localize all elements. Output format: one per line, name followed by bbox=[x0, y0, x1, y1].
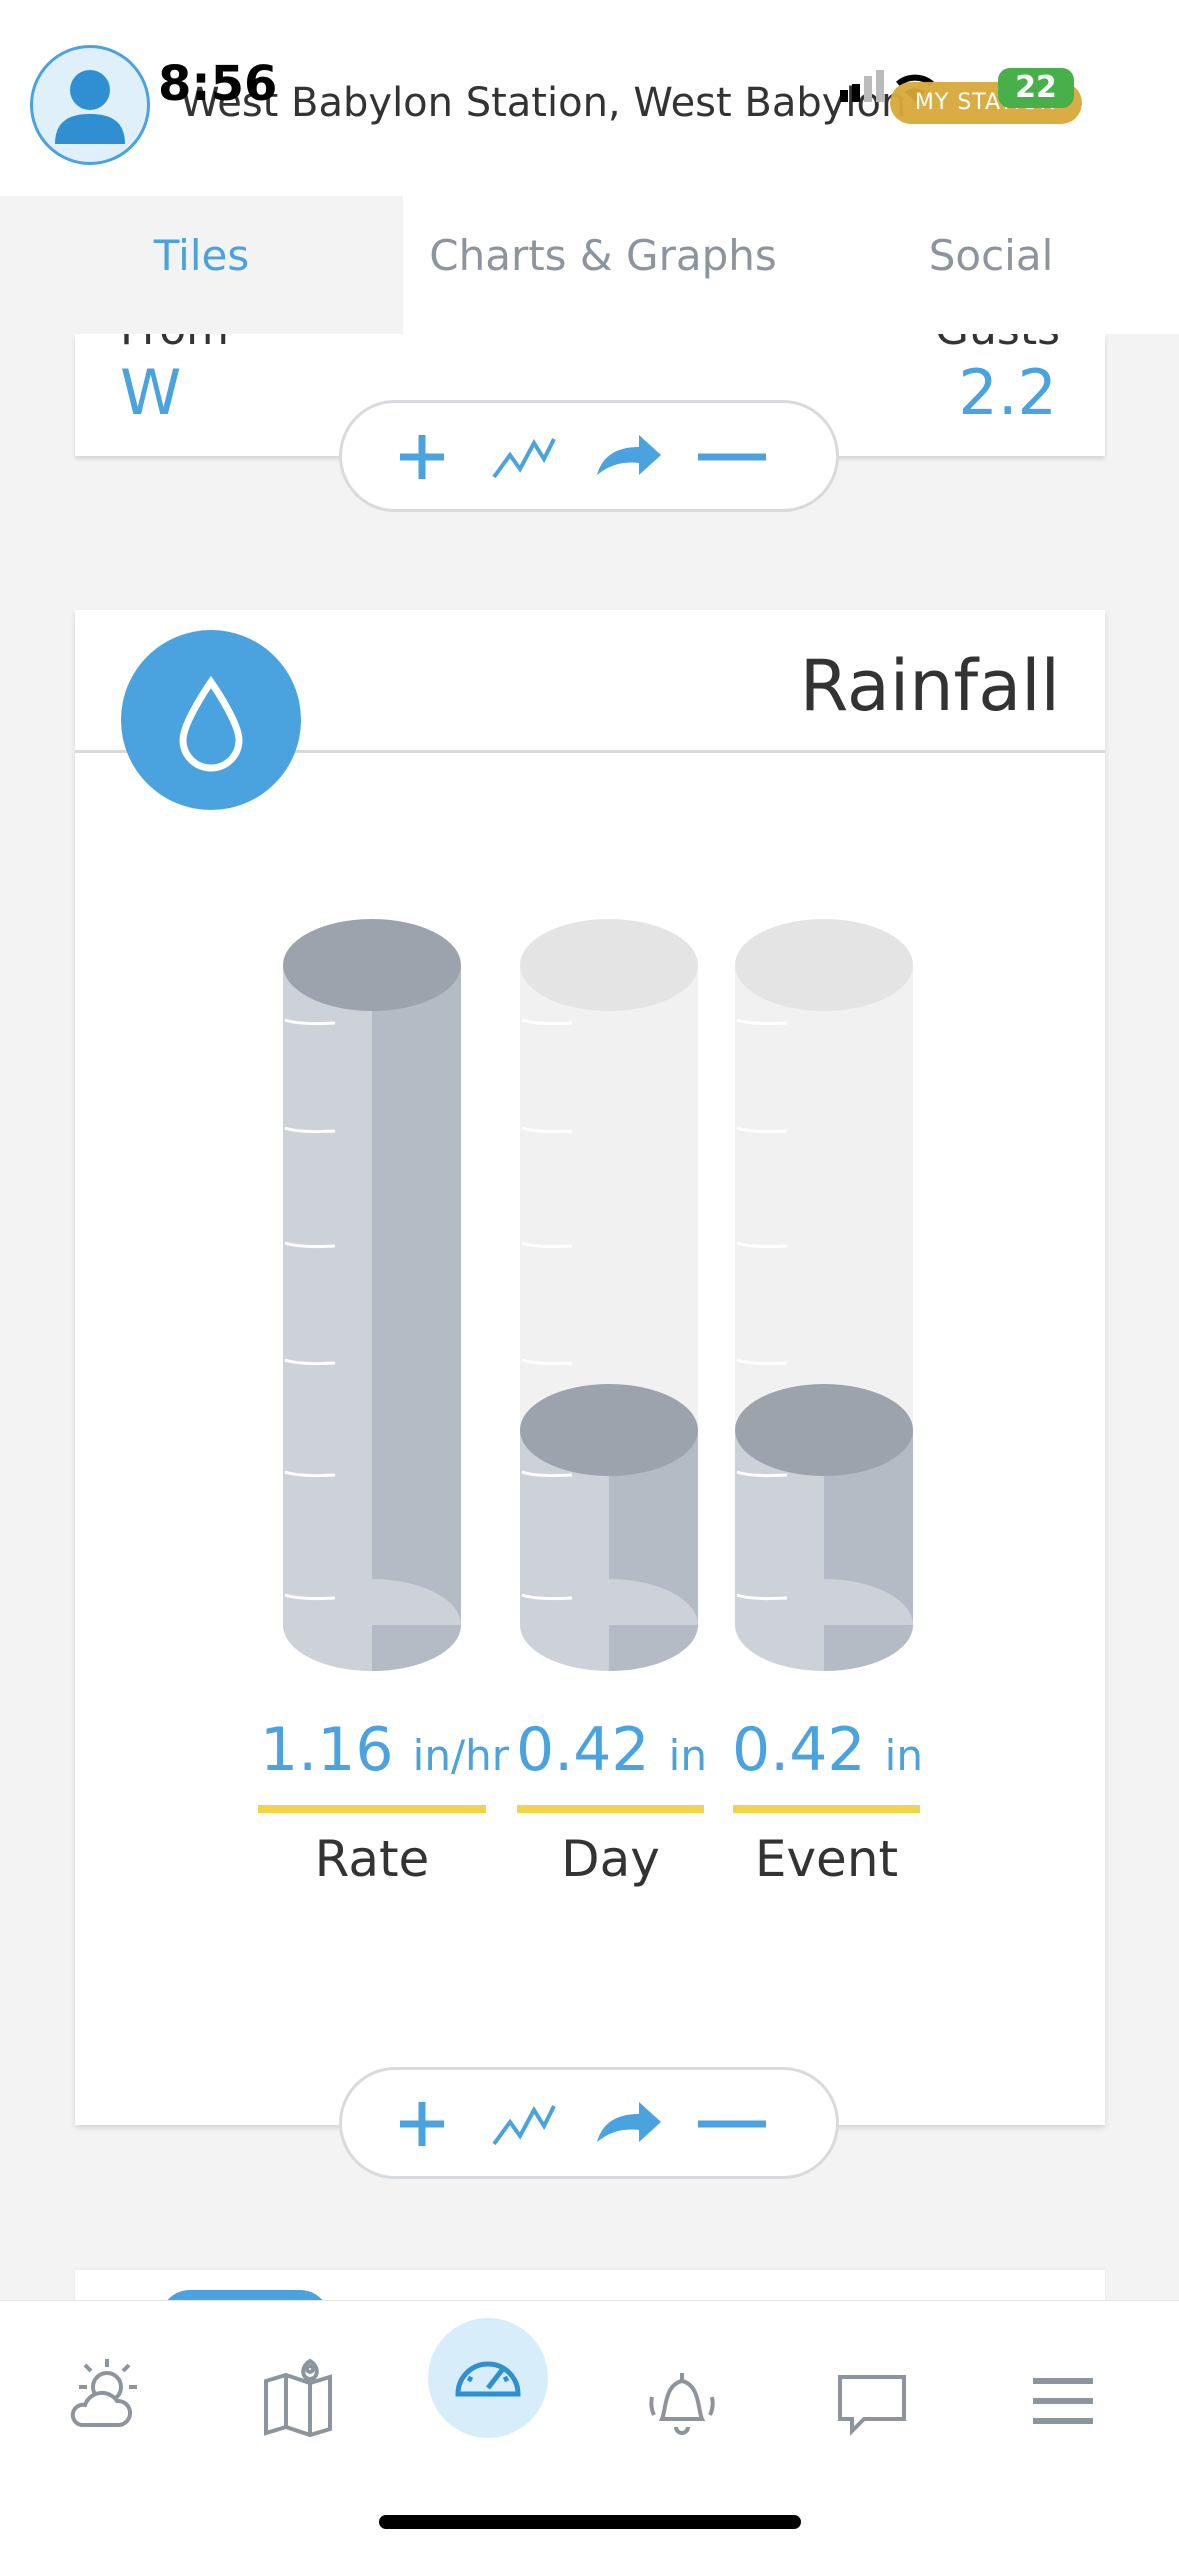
remove-icon[interactable] bbox=[682, 2070, 782, 2176]
rate-unit: in/hr bbox=[412, 1731, 509, 1780]
share-icon[interactable] bbox=[577, 403, 677, 509]
rate-label: Rate bbox=[314, 1830, 430, 1888]
event-number: 0.42 bbox=[732, 1715, 866, 1785]
event-label: Event bbox=[754, 1830, 899, 1888]
event-value: 0.42 in bbox=[732, 1715, 923, 1785]
add-icon[interactable] bbox=[372, 403, 472, 509]
gauge-icon[interactable] bbox=[428, 2318, 548, 2438]
event-unit: in bbox=[884, 1731, 923, 1780]
event-underline bbox=[733, 1805, 920, 1813]
share-icon[interactable] bbox=[577, 2070, 677, 2176]
battery-icon: 22 bbox=[998, 68, 1074, 108]
rain-gauges bbox=[283, 919, 913, 1671]
day-value: 0.42 in bbox=[516, 1715, 707, 1785]
rate-value: 1.16 in/hr bbox=[260, 1715, 509, 1785]
remove-icon[interactable] bbox=[682, 403, 782, 509]
add-icon[interactable] bbox=[372, 2070, 472, 2176]
tab-bar: Tiles Charts & Graphs Social bbox=[0, 196, 1179, 334]
status-time: 8:56 bbox=[158, 56, 278, 112]
day-number: 0.42 bbox=[516, 1715, 650, 1785]
day-gauge-cylinder bbox=[520, 919, 698, 1671]
chart-icon[interactable] bbox=[472, 2070, 572, 2176]
app-header: West Babylon Station, West Babylon 8:56 … bbox=[0, 0, 1179, 196]
tab-charts-graphs[interactable]: Charts & Graphs bbox=[403, 196, 803, 334]
tab-social[interactable]: Social bbox=[803, 196, 1179, 334]
profile-avatar-icon[interactable] bbox=[30, 45, 150, 165]
signal-icon bbox=[840, 70, 884, 102]
wind-from-label: From bbox=[120, 334, 229, 355]
wind-gusts-label: Gusts bbox=[935, 334, 1060, 355]
menu-icon[interactable] bbox=[1003, 2341, 1123, 2461]
day-unit: in bbox=[668, 1731, 707, 1780]
chart-icon[interactable] bbox=[472, 403, 572, 509]
map-icon[interactable] bbox=[238, 2341, 358, 2461]
rainfall-tile-actions bbox=[339, 2067, 839, 2179]
rate-underline bbox=[258, 1805, 486, 1813]
station-name[interactable]: West Babylon Station, West Babylon bbox=[180, 80, 906, 126]
tab-tiles[interactable]: Tiles bbox=[0, 196, 403, 334]
wind-tile-actions bbox=[339, 400, 839, 512]
bell-icon[interactable] bbox=[622, 2341, 742, 2461]
wind-direction: W bbox=[120, 356, 182, 429]
rate-number: 1.16 bbox=[260, 1715, 394, 1785]
event-gauge-cylinder bbox=[735, 919, 913, 1671]
home-indicator bbox=[379, 2515, 801, 2529]
wind-gust-value: 2.2 bbox=[958, 356, 1057, 429]
day-underline bbox=[517, 1805, 704, 1813]
weather-icon[interactable] bbox=[45, 2341, 165, 2461]
rainfall-card: Rainfall 1.16 in/hr Rate 0.42 in Day 0.4… bbox=[75, 610, 1105, 2125]
day-label: Day bbox=[561, 1830, 660, 1888]
chat-icon[interactable] bbox=[812, 2341, 932, 2461]
rate-gauge-cylinder bbox=[283, 919, 461, 1671]
